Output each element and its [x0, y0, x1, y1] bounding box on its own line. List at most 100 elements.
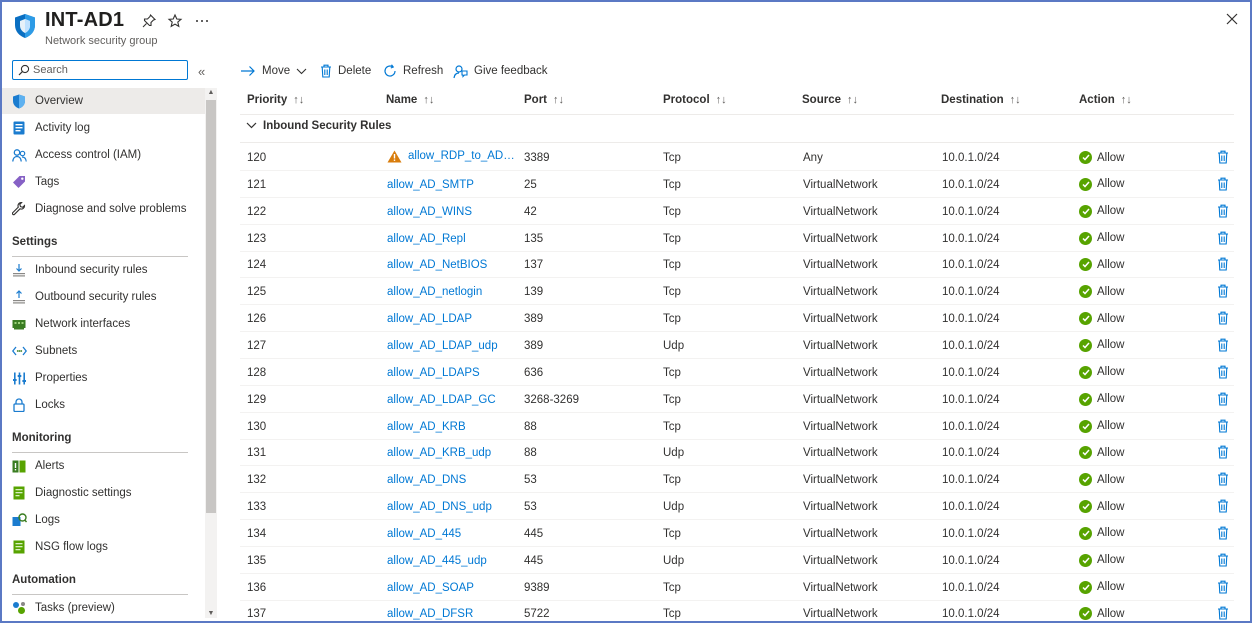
sidebar-item-outbound-rules[interactable]: Outbound security rules: [2, 284, 205, 310]
delete-rule-icon[interactable]: [1217, 499, 1229, 513]
rule-name-link[interactable]: allow_AD_445_udp: [387, 555, 487, 567]
table-row[interactable]: 121 allow_AD_SMTP 25 Tcp VirtualNetwork 10.0.…: [240, 171, 1234, 198]
table-row[interactable]: 132 allow_AD_DNS 53 Tcp VirtualNetwork 10.0.1…: [240, 466, 1234, 494]
sidebar-item-diagnostic-settings[interactable]: Diagnostic settings: [2, 480, 205, 506]
sidebar-item-activity-log[interactable]: Activity log: [2, 115, 205, 141]
scroll-down-icon[interactable]: ▼: [207, 610, 215, 617]
sidebar-item-tasks[interactable]: Tasks (preview): [2, 595, 205, 621]
sidebar-item-inbound-rules[interactable]: Inbound security rules: [2, 257, 205, 283]
delete-rule-icon[interactable]: [1217, 553, 1229, 567]
source-cell: VirtualNetwork: [803, 501, 878, 514]
rule-name-link[interactable]: allow_AD_KRB_udp: [387, 447, 491, 459]
rule-name-link[interactable]: allow_AD_LDAP_udp: [387, 340, 498, 352]
table-row[interactable]: 136 allow_AD_SOAP 9389 Tcp VirtualNetwork 10.…: [240, 574, 1234, 601]
table-row[interactable]: 122 allow_AD_WINS 42 Tcp VirtualNetwork 10.0.…: [240, 198, 1234, 225]
table-row[interactable]: 130 allow_AD_KRB 88 Tcp VirtualNetwork 10.0.1…: [240, 413, 1234, 440]
delete-rule-icon[interactable]: [1217, 419, 1229, 433]
sidebar-item-tags[interactable]: Tags: [2, 169, 205, 195]
rule-name-link[interactable]: allow_AD_LDAP_GC: [387, 394, 496, 406]
column-header-destination[interactable]: Destination ↑↓: [941, 87, 1021, 113]
sidebar-item-network-interfaces[interactable]: Network interfaces: [2, 311, 205, 337]
sidebar-item-subnets[interactable]: Subnets: [2, 338, 205, 364]
delete-rule-icon[interactable]: [1217, 150, 1229, 164]
table-row[interactable]: 120 allow_RDP_to_AD_Se... 3389 Tcp Any 10.0.1…: [240, 144, 1234, 171]
table-row[interactable]: 125 allow_AD_netlogin 139 Tcp VirtualNetwork…: [240, 278, 1234, 306]
delete-rule-icon[interactable]: [1217, 257, 1229, 271]
delete-rule-icon[interactable]: [1217, 472, 1229, 486]
column-header-source[interactable]: Source ↑↓: [802, 87, 858, 113]
table-row[interactable]: 129 allow_AD_LDAP_GC 3268-3269 Tcp VirtualNe…: [240, 386, 1234, 413]
column-header-protocol[interactable]: Protocol ↑↓: [663, 87, 727, 113]
delete-rule-icon[interactable]: [1217, 606, 1229, 620]
delete-rule-icon[interactable]: [1217, 365, 1229, 379]
delete-rule-icon[interactable]: [1217, 526, 1229, 540]
table-row[interactable]: 131 allow_AD_KRB_udp 88 Udp VirtualNetwork 10…: [240, 439, 1234, 467]
pin-icon[interactable]: [141, 13, 157, 29]
table-row[interactable]: 133 allow_AD_DNS_udp 53 Udp VirtualNetwork 10…: [240, 493, 1234, 521]
table-row[interactable]: 126 allow_AD_LDAP 389 Tcp VirtualNetwork 10.0…: [240, 305, 1234, 333]
rule-name-link[interactable]: allow_AD_KRB: [387, 421, 466, 433]
sidebar-item-locks[interactable]: Locks: [2, 392, 205, 418]
sidebar-search[interactable]: [12, 60, 188, 80]
rule-name-link[interactable]: allow_AD_WINS: [387, 206, 472, 218]
scroll-up-icon[interactable]: ▲: [207, 89, 215, 96]
delete-rule-icon[interactable]: [1217, 204, 1229, 218]
scrollbar-thumb[interactable]: [206, 100, 216, 513]
sidebar-item-iam[interactable]: Access control (IAM): [2, 142, 205, 168]
source-cell: VirtualNetwork: [803, 393, 878, 406]
move-button[interactable]: Move: [240, 60, 307, 82]
table-row[interactable]: 134 allow_AD_445 445 Tcp VirtualNetwork 10.0.…: [240, 520, 1234, 547]
rule-name-link[interactable]: allow_AD_DFSR: [387, 608, 473, 620]
sidebar-item-logs[interactable]: Logs: [2, 507, 205, 533]
collapse-sidebar-icon[interactable]: «: [198, 64, 205, 79]
sidebar-item-nsg-flow-logs[interactable]: NSG flow logs: [2, 534, 205, 560]
sidebar-item-label: Network interfaces: [35, 318, 131, 330]
refresh-button[interactable]: Refresh: [383, 60, 443, 82]
sidebar-item-alerts[interactable]: Alerts: [2, 453, 205, 479]
table-row[interactable]: 127 allow_AD_LDAP_udp 389 Udp VirtualNetwork…: [240, 332, 1234, 359]
delete-rule-icon[interactable]: [1217, 231, 1229, 245]
port-cell: 445: [524, 527, 544, 540]
rule-name-link[interactable]: allow_AD_SMTP: [387, 179, 474, 191]
search-input[interactable]: [33, 62, 183, 78]
sidebar-item-overview[interactable]: Overview: [2, 88, 205, 114]
give-feedback-button[interactable]: Give feedback: [453, 60, 548, 82]
table-row[interactable]: 124 allow_AD_NetBIOS 137 Tcp VirtualNetwork 1…: [240, 251, 1234, 279]
rule-name-link[interactable]: allow_AD_445: [387, 528, 461, 540]
rule-name-link[interactable]: allow_AD_netlogin: [387, 286, 482, 298]
rule-name-link[interactable]: allow_AD_DNS: [387, 474, 466, 486]
delete-rule-icon[interactable]: [1217, 445, 1229, 459]
rule-name-link[interactable]: allow_AD_LDAP: [387, 313, 472, 325]
column-header-priority[interactable]: Priority ↑↓: [247, 87, 304, 113]
table-row[interactable]: 137 allow_AD_DFSR 5722 Tcp VirtualNetwork 10.…: [240, 600, 1234, 621]
delete-rule-icon[interactable]: [1217, 284, 1229, 298]
page-title: INT-AD1: [45, 9, 125, 31]
sidebar-scrollbar[interactable]: ▲ ▼: [205, 88, 217, 618]
rule-name-link[interactable]: allow_AD_Repl: [387, 233, 466, 245]
delete-rule-icon[interactable]: [1217, 580, 1229, 594]
column-header-action[interactable]: Action ↑↓: [1079, 87, 1132, 113]
delete-rule-icon[interactable]: [1217, 338, 1229, 352]
delete-button[interactable]: Delete: [320, 60, 371, 82]
more-icon[interactable]: [194, 13, 210, 29]
group-label: Inbound Security Rules: [263, 120, 392, 132]
delete-rule-icon[interactable]: [1217, 392, 1229, 406]
sidebar-item-diagnose[interactable]: Diagnose and solve problems: [2, 196, 205, 222]
group-header-inbound[interactable]: Inbound Security Rules: [246, 120, 391, 132]
action-text: Allow: [1097, 178, 1125, 191]
rule-name-link[interactable]: allow_AD_SOAP: [387, 582, 474, 594]
delete-rule-icon[interactable]: [1217, 311, 1229, 325]
delete-rule-icon[interactable]: [1217, 177, 1229, 191]
close-icon[interactable]: [1224, 11, 1240, 27]
table-row[interactable]: 128 allow_AD_LDAPS 636 Tcp VirtualNetwork 10.…: [240, 359, 1234, 386]
table-row[interactable]: 135 allow_AD_445_udp 445 Udp VirtualNetwork 1…: [240, 547, 1234, 574]
rule-name-link[interactable]: allow_RDP_to_AD_Se...: [387, 150, 520, 164]
star-icon[interactable]: [167, 13, 183, 29]
column-header-name[interactable]: Name ↑↓: [386, 87, 434, 113]
rule-name-link[interactable]: allow_AD_LDAPS: [387, 367, 480, 379]
rule-name-link[interactable]: allow_AD_NetBIOS: [387, 259, 487, 271]
rule-name-link[interactable]: allow_AD_DNS_udp: [387, 501, 492, 513]
sidebar-item-properties[interactable]: Properties: [2, 365, 205, 391]
table-row[interactable]: 123 allow_AD_Repl 135 Tcp VirtualNetwork 10.0…: [240, 225, 1234, 252]
column-header-port[interactable]: Port ↑↓: [524, 87, 564, 113]
